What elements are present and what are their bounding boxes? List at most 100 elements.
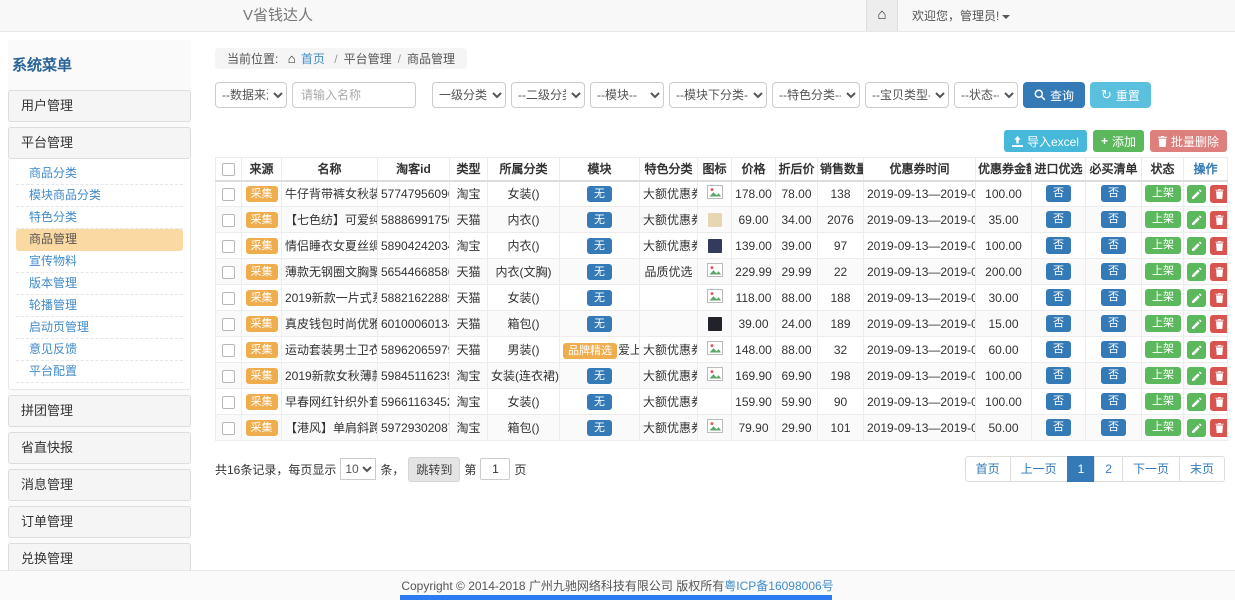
pager-首页[interactable]: 首页 xyxy=(965,456,1011,482)
delete-button[interactable] xyxy=(1210,211,1228,229)
edit-button[interactable] xyxy=(1187,341,1206,359)
pager-下一页[interactable]: 下一页 xyxy=(1122,456,1180,482)
import-select-toggle[interactable]: 否 xyxy=(1046,289,1071,306)
must-buy-toggle[interactable]: 否 xyxy=(1101,315,1126,332)
delete-button[interactable] xyxy=(1210,393,1228,411)
pager-2[interactable]: 2 xyxy=(1094,456,1123,482)
page-number-input[interactable] xyxy=(480,458,510,480)
status-button[interactable]: 上架 xyxy=(1145,367,1181,384)
row-checkbox[interactable] xyxy=(222,240,235,253)
row-checkbox[interactable] xyxy=(222,344,235,357)
sidebar-section-header[interactable]: 兑换管理 xyxy=(8,543,191,572)
row-checkbox[interactable] xyxy=(222,214,235,227)
sidebar-item-意见反馈[interactable]: 意见反馈 xyxy=(16,339,183,361)
per-page-select[interactable]: 10 xyxy=(340,458,376,480)
breadcrumb-home-link[interactable]: 首页 xyxy=(301,52,325,66)
row-checkbox[interactable] xyxy=(222,318,235,331)
status-button[interactable]: 上架 xyxy=(1145,315,1181,332)
must-buy-toggle[interactable]: 否 xyxy=(1101,341,1126,358)
must-buy-toggle[interactable]: 否 xyxy=(1101,367,1126,384)
jump-button[interactable]: 跳转到 xyxy=(408,457,460,482)
row-checkbox[interactable] xyxy=(222,396,235,409)
search-button[interactable]: 查询 xyxy=(1023,82,1085,108)
pager-末页[interactable]: 末页 xyxy=(1179,456,1225,482)
batch-delete-button[interactable]: 批量删除 xyxy=(1150,130,1227,152)
status-button[interactable]: 上架 xyxy=(1145,341,1181,358)
filter-select-2[interactable]: 一级分类 xyxy=(432,82,506,108)
status-button[interactable]: 上架 xyxy=(1145,211,1181,228)
sidebar-section-header[interactable]: 省直快报 xyxy=(8,432,191,464)
delete-button[interactable] xyxy=(1210,237,1228,255)
filter-select-6[interactable]: --特色分类-- xyxy=(772,82,860,108)
reset-button[interactable]: ↻重置 xyxy=(1090,82,1151,108)
edit-button[interactable] xyxy=(1187,237,1206,255)
row-checkbox[interactable] xyxy=(222,370,235,383)
user-menu[interactable]: 欢迎您，管理员! xyxy=(912,7,1010,24)
filter-select-5[interactable]: --模块下分类-- xyxy=(669,82,767,108)
edit-button[interactable] xyxy=(1187,393,1206,411)
edit-button[interactable] xyxy=(1187,419,1206,437)
import-select-toggle[interactable]: 否 xyxy=(1046,263,1071,280)
row-checkbox[interactable] xyxy=(222,422,235,435)
import-select-toggle[interactable]: 否 xyxy=(1046,315,1071,332)
status-button[interactable]: 上架 xyxy=(1145,185,1181,202)
must-buy-toggle[interactable]: 否 xyxy=(1101,419,1126,436)
edit-button[interactable] xyxy=(1187,315,1206,333)
add-button[interactable]: + 添加 xyxy=(1093,130,1144,152)
sidebar-item-版本管理[interactable]: 版本管理 xyxy=(16,273,183,295)
edit-button[interactable] xyxy=(1187,211,1206,229)
filter-select-7[interactable]: --宝贝类型-- xyxy=(865,82,949,108)
pager-1[interactable]: 1 xyxy=(1067,456,1096,482)
sidebar-item-宣传物料[interactable]: 宣传物料 xyxy=(16,251,183,273)
sidebar-item-特色分类[interactable]: 特色分类 xyxy=(16,207,183,229)
row-checkbox[interactable] xyxy=(222,188,235,201)
sidebar-item-商品管理[interactable]: 商品管理 xyxy=(16,229,183,251)
must-buy-toggle[interactable]: 否 xyxy=(1101,185,1126,202)
edit-button[interactable] xyxy=(1187,185,1206,203)
sidebar-section-header[interactable]: 消息管理 xyxy=(8,469,191,501)
import-select-toggle[interactable]: 否 xyxy=(1046,419,1071,436)
edit-button[interactable] xyxy=(1187,289,1206,307)
status-button[interactable]: 上架 xyxy=(1145,393,1181,410)
import-excel-button[interactable]: 导入excel xyxy=(1004,130,1087,152)
delete-button[interactable] xyxy=(1210,367,1228,385)
filter-select-3[interactable]: --二级分类-- xyxy=(511,82,585,108)
delete-button[interactable] xyxy=(1210,419,1228,437)
sidebar-item-商品分类[interactable]: 商品分类 xyxy=(16,163,183,185)
icp-link[interactable]: 粤ICP备16098006号 xyxy=(724,579,833,593)
sidebar-item-模块商品分类[interactable]: 模块商品分类 xyxy=(16,185,183,207)
status-button[interactable]: 上架 xyxy=(1145,263,1181,280)
pager-上一页[interactable]: 上一页 xyxy=(1010,456,1068,482)
edit-button[interactable] xyxy=(1187,263,1206,281)
status-button[interactable]: 上架 xyxy=(1145,237,1181,254)
delete-button[interactable] xyxy=(1210,263,1228,281)
filter-select-8[interactable]: --状态-- xyxy=(954,82,1018,108)
edit-button[interactable] xyxy=(1187,367,1206,385)
sidebar-item-启动页管理[interactable]: 启动页管理 xyxy=(16,317,183,339)
delete-button[interactable] xyxy=(1210,341,1228,359)
sidebar-section-header[interactable]: 平台管理 xyxy=(8,127,191,159)
must-buy-toggle[interactable]: 否 xyxy=(1101,211,1126,228)
status-button[interactable]: 上架 xyxy=(1145,419,1181,436)
delete-button[interactable] xyxy=(1210,185,1228,203)
import-select-toggle[interactable]: 否 xyxy=(1046,393,1071,410)
sidebar-section-header[interactable]: 拼团管理 xyxy=(8,395,191,427)
delete-button[interactable] xyxy=(1210,315,1228,333)
must-buy-toggle[interactable]: 否 xyxy=(1101,237,1126,254)
sidebar-section-header[interactable]: 订单管理 xyxy=(8,506,191,538)
must-buy-toggle[interactable]: 否 xyxy=(1101,393,1126,410)
name-search-input[interactable] xyxy=(292,82,416,108)
import-select-toggle[interactable]: 否 xyxy=(1046,237,1071,254)
import-select-toggle[interactable]: 否 xyxy=(1046,341,1071,358)
delete-button[interactable] xyxy=(1210,289,1228,307)
import-select-toggle[interactable]: 否 xyxy=(1046,367,1071,384)
sidebar-item-平台配置[interactable]: 平台配置 xyxy=(16,361,183,383)
import-select-toggle[interactable]: 否 xyxy=(1046,185,1071,202)
filter-select-1[interactable]: --数据来源-- xyxy=(215,82,287,108)
import-select-toggle[interactable]: 否 xyxy=(1046,211,1071,228)
must-buy-toggle[interactable]: 否 xyxy=(1101,289,1126,306)
row-checkbox[interactable] xyxy=(222,266,235,279)
sidebar-item-轮播管理[interactable]: 轮播管理 xyxy=(16,295,183,317)
row-checkbox[interactable] xyxy=(222,292,235,305)
status-button[interactable]: 上架 xyxy=(1145,289,1181,306)
